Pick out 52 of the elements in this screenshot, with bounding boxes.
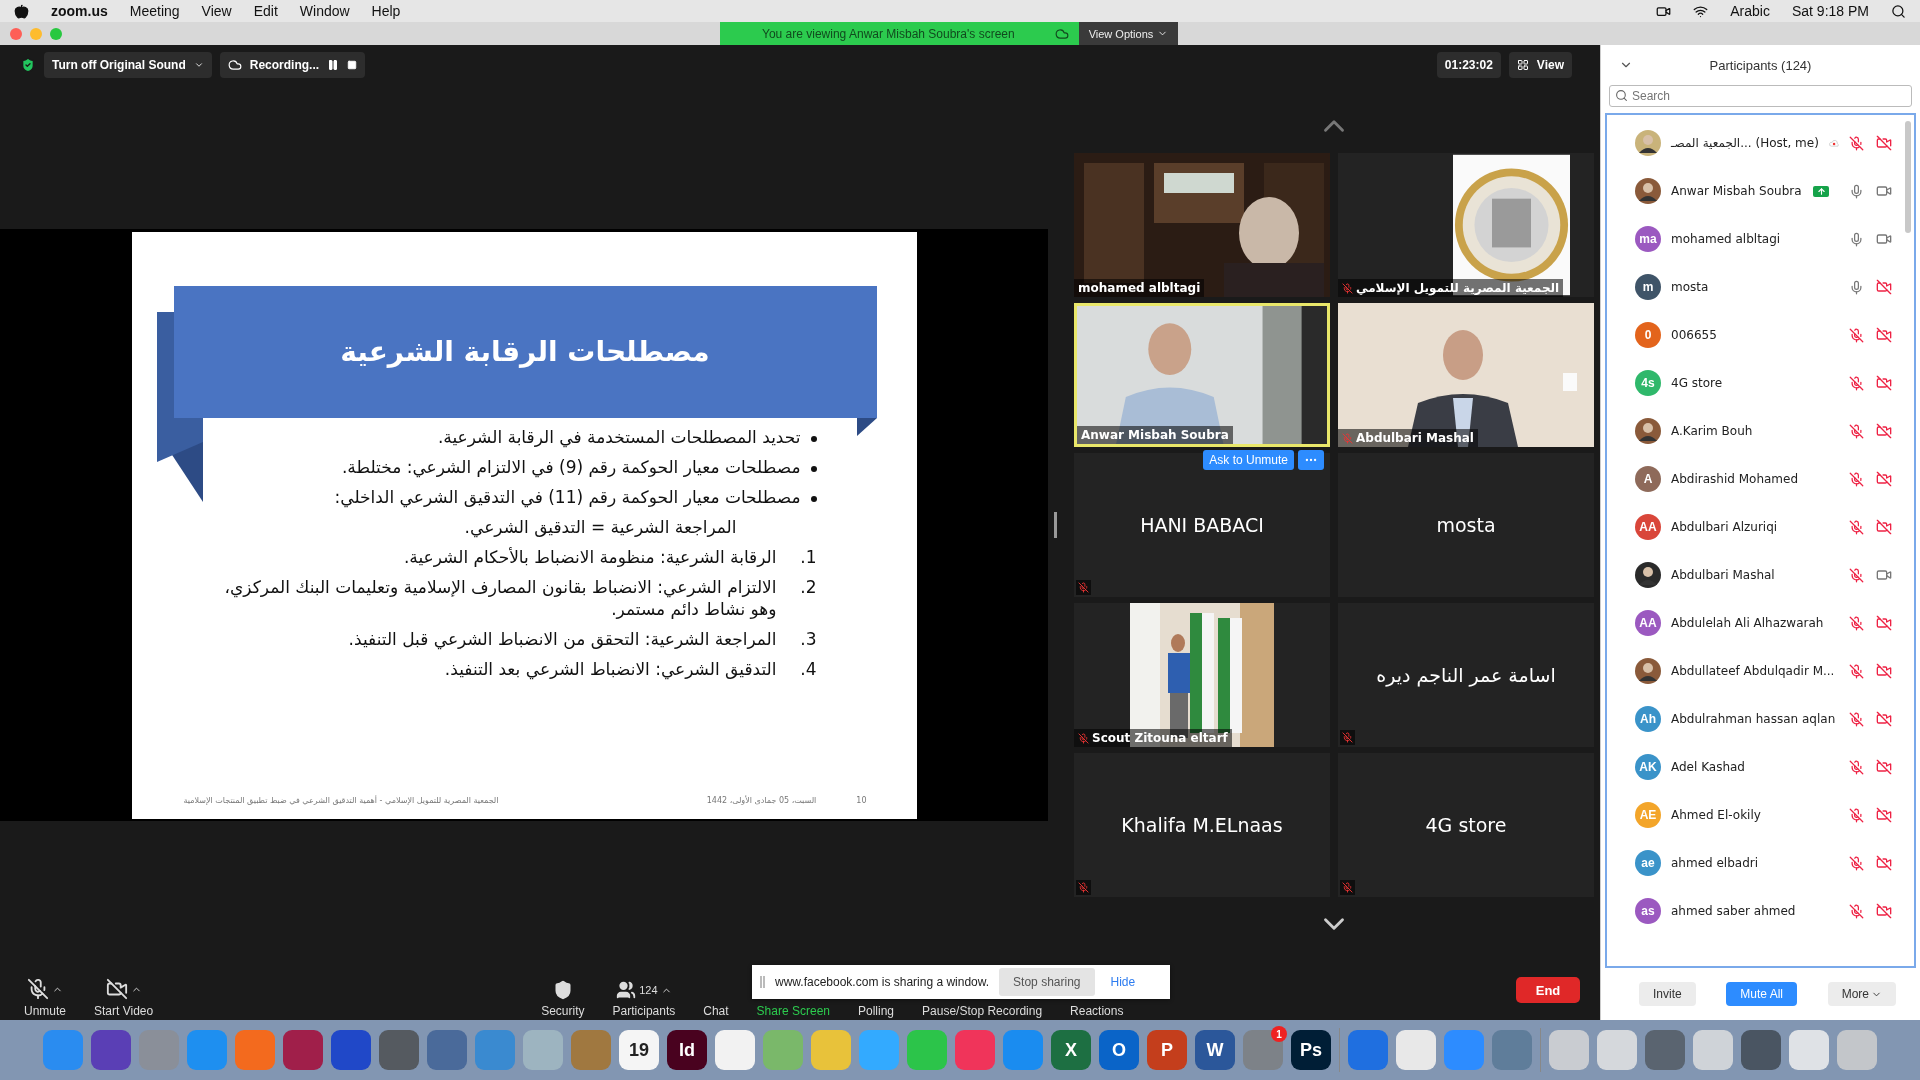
avatar: m xyxy=(1635,274,1661,300)
avatar: as xyxy=(1635,898,1661,924)
item-number: 4. xyxy=(799,658,817,681)
slide-date: السبت، 05 جمادى الأولى، 1442 xyxy=(706,796,817,805)
slide-text: الرقابة الشرعية: منظومة الانضباط بالأحكام الشرعية. xyxy=(403,545,777,568)
slide-text: مصطلحات معيار الحوكمة رقم (9) في الالتزام الشرعي: مختلطة. xyxy=(341,455,801,478)
toolbar-label: Chat xyxy=(703,1004,729,1018)
avatar: ma xyxy=(1635,226,1661,252)
avatar: A xyxy=(1635,466,1661,492)
slide-text: المراجعة الشرعية = التدقيق الشرعي. xyxy=(464,515,737,538)
slide-text: مصطلحات معيار الحوكمة رقم (11) في التدقيق الشرعي الداخلي: xyxy=(334,485,801,508)
slide-footer: الجمعية المصرية للتمويل الإسلامي - أهمية التدقيق الشرعي في ضبط تطبيق المنتجات الإسلامية xyxy=(183,796,499,805)
participant-name: Khalifa M.ELnaas xyxy=(1121,814,1283,836)
avatar: AE xyxy=(1635,802,1661,828)
participant-name: Anwar Misbah Soubra xyxy=(1081,428,1229,442)
item-number: 3. xyxy=(799,628,817,651)
participant-name: الجمعية المصرية للتمويل الإسلامي xyxy=(1356,281,1560,295)
avatar: AA xyxy=(1635,514,1661,540)
avatar: Ah xyxy=(1635,706,1661,732)
participant-name: Abdulbari Mashal xyxy=(1356,431,1474,445)
participant-name: mohamed albltagi xyxy=(1078,281,1201,295)
banner-text: You are viewing Anwar Misbah Soubra's screen xyxy=(762,26,1015,41)
item-number: 1. xyxy=(799,545,817,568)
participant-name: اسامة عمر الناجم ديره xyxy=(1376,664,1556,686)
slide-text: التدقيق الشرعي: الانضباط الشرعي بعد التنفيذ. xyxy=(444,658,777,681)
toolbar-label: Pause/Stop Recording xyxy=(922,1004,1043,1018)
panel-title: Participants (124) xyxy=(1709,57,1812,73)
toolbar-label: Polling xyxy=(858,1004,895,1018)
toolbar-label: Share Screen xyxy=(756,1004,830,1018)
avatar: AK xyxy=(1635,754,1661,780)
notification-badge: 1 xyxy=(1271,1026,1287,1042)
slide-text: المراجعة الشرعية: التحقق من الانضباط الشرعي قبل التنفيذ. xyxy=(348,628,777,651)
item-number: 2. xyxy=(799,575,817,599)
page-number: 10 xyxy=(856,796,867,805)
toolbar-label: Security xyxy=(541,1004,585,1018)
toolbar-label: Start Video xyxy=(94,1004,154,1018)
toolbar-label: Reactions xyxy=(1070,1004,1124,1018)
slide-title: مصطلحات الرقابة الشرعية xyxy=(340,335,710,368)
participant-name: HANI BABACI xyxy=(1140,514,1264,536)
toolbar-label: Participants xyxy=(612,1004,676,1018)
toolbar-label: Unmute xyxy=(24,1004,67,1018)
slide-text: الالتزام الشرعي: الانضباط بقانون المصارف الإسلامية وتعليمات البنك المركزي، وهو نشاط دائم مستمر. xyxy=(223,575,777,621)
avatar: 4s xyxy=(1635,370,1661,396)
participant-name: mosta xyxy=(1436,514,1496,536)
avatar: AA xyxy=(1635,610,1661,636)
slide-text: تحديد المصطلحات المستخدمة في الرقابة الشرعية. xyxy=(437,425,801,448)
sharing-message: www.facebook.com is sharing a window. xyxy=(775,975,990,989)
avatar: 0 xyxy=(1635,322,1661,348)
participant-name: 4G store xyxy=(1425,814,1507,836)
participant-count: 124 xyxy=(639,984,658,996)
participant-name: Scout Zitouna eltarf xyxy=(1092,731,1228,745)
avatar: ae xyxy=(1635,850,1661,876)
